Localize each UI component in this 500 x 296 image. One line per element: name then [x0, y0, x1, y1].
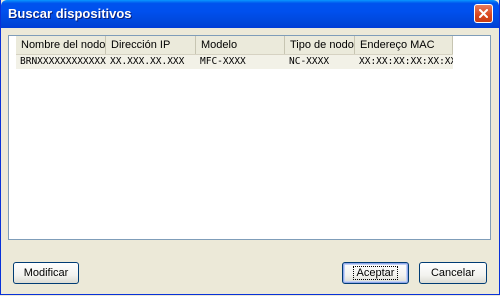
- column-header-node-type[interactable]: Tipo de nodo: [285, 36, 355, 54]
- cell-mac-address: XX:XX:XX:XX:XX:XX: [359, 56, 453, 67]
- accept-button[interactable]: Aceptar: [342, 262, 409, 284]
- device-list[interactable]: Nombre del nodo Dirección IP Modelo Tipo…: [8, 35, 491, 240]
- column-header-mac-address[interactable]: Endereço MAC: [355, 36, 453, 54]
- modify-button-label: Modificar: [23, 267, 69, 279]
- window-title: Buscar dispositivos: [8, 6, 132, 21]
- close-button[interactable]: [474, 4, 493, 23]
- title-bar[interactable]: Buscar dispositivos: [1, 0, 499, 28]
- column-header-ip-address[interactable]: Dirección IP: [106, 36, 196, 54]
- cancel-button-label: Cancelar: [430, 267, 476, 279]
- cancel-button[interactable]: Cancelar: [419, 262, 487, 284]
- search-devices-dialog: Buscar dispositivos Nombre del nodo Dire…: [0, 0, 500, 295]
- column-header-node-name[interactable]: Nombre del nodo: [16, 36, 106, 54]
- cell-node-name: BRNXXXXXXXXXXXX: [20, 56, 106, 67]
- list-header: Nombre del nodo Dirección IP Modelo Tipo…: [16, 36, 453, 55]
- cell-node-type: NC-XXXX: [289, 56, 330, 67]
- cell-model: MFC-XXXX: [200, 56, 246, 67]
- column-header-model[interactable]: Modelo: [196, 36, 285, 54]
- modify-button[interactable]: Modificar: [13, 262, 79, 284]
- table-row[interactable]: BRNXXXXXXXXXXXX XX.XXX.XX.XXX MFC-XXXX N…: [16, 55, 453, 69]
- close-icon: [479, 9, 488, 18]
- accept-button-label: Aceptar: [352, 266, 399, 280]
- cell-ip-address: XX.XXX.XX.XXX: [110, 56, 185, 67]
